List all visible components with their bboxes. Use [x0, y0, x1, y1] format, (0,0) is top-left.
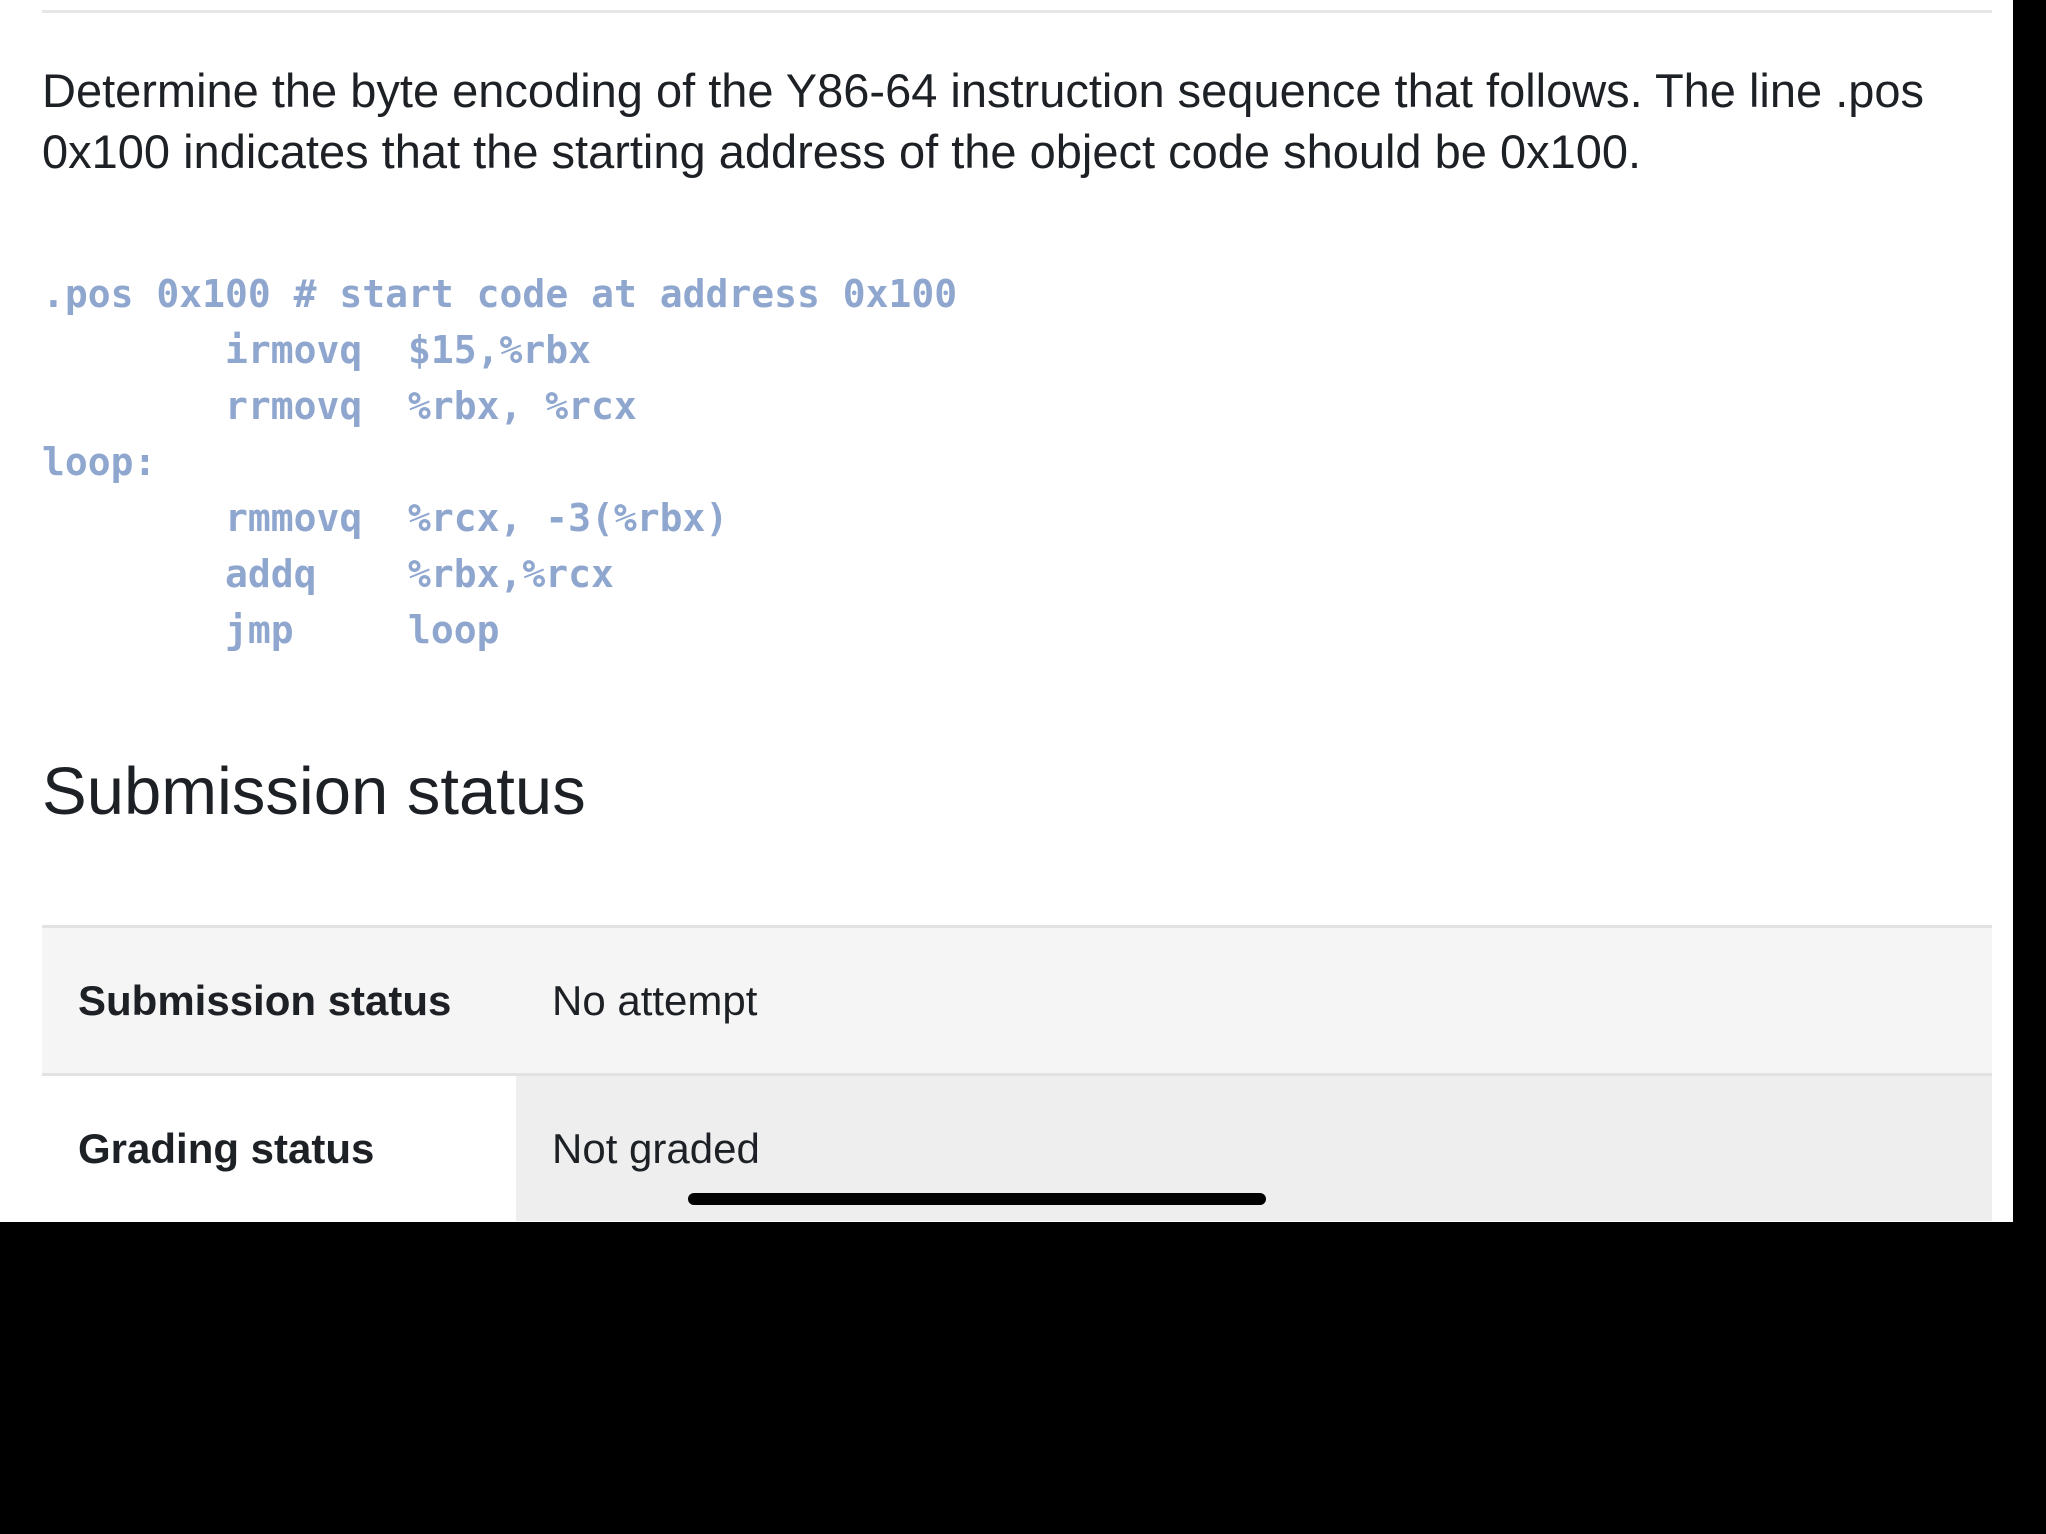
- question-description: Determine the byte encoding of the Y86-6…: [42, 64, 1925, 178]
- code-block: .pos 0x100 # start code at address 0x100…: [42, 266, 957, 658]
- code-line: rrmovq %rbx, %rcx: [42, 378, 957, 434]
- code-line: irmovq $15,%rbx: [42, 322, 957, 378]
- row-value-submission-status: No attempt: [516, 926, 1992, 1075]
- submission-status-heading: Submission status: [42, 754, 586, 829]
- code-opcode: jmp: [225, 608, 294, 652]
- row-label-submission-status: Submission status: [42, 926, 516, 1075]
- code-operands: %rbx,%rcx: [408, 552, 614, 596]
- code-opcode: addq: [225, 552, 317, 596]
- code-operands: %rbx, %rcx: [408, 384, 637, 428]
- code-opcode: rmmovq: [225, 496, 363, 540]
- submission-status-table: Submission status No attempt Grading sta…: [42, 925, 1992, 1221]
- code-pos-line: .pos 0x100 # start code at address 0x100: [42, 272, 958, 316]
- code-operands: loop: [408, 608, 500, 652]
- top-divider: [42, 10, 1992, 13]
- code-opcode: rrmovq: [225, 384, 363, 428]
- code-line: jmp loop: [42, 602, 957, 658]
- home-indicator-bar[interactable]: [688, 1193, 1266, 1205]
- assignment-page: Determine the byte encoding of the Y86-6…: [0, 0, 2013, 1222]
- code-operands: %rcx, -3(%rbx): [408, 496, 729, 540]
- code-opcode: irmovq: [225, 328, 363, 372]
- code-operands: $15,%rbx: [408, 328, 592, 372]
- code-line: rmmovq %rcx, -3(%rbx): [42, 490, 957, 546]
- table-row: Submission status No attempt: [42, 926, 1992, 1075]
- code-line: addq %rbx,%rcx: [42, 546, 957, 602]
- row-label-grading-status: Grading status: [42, 1073, 516, 1221]
- code-label: loop:: [42, 440, 157, 484]
